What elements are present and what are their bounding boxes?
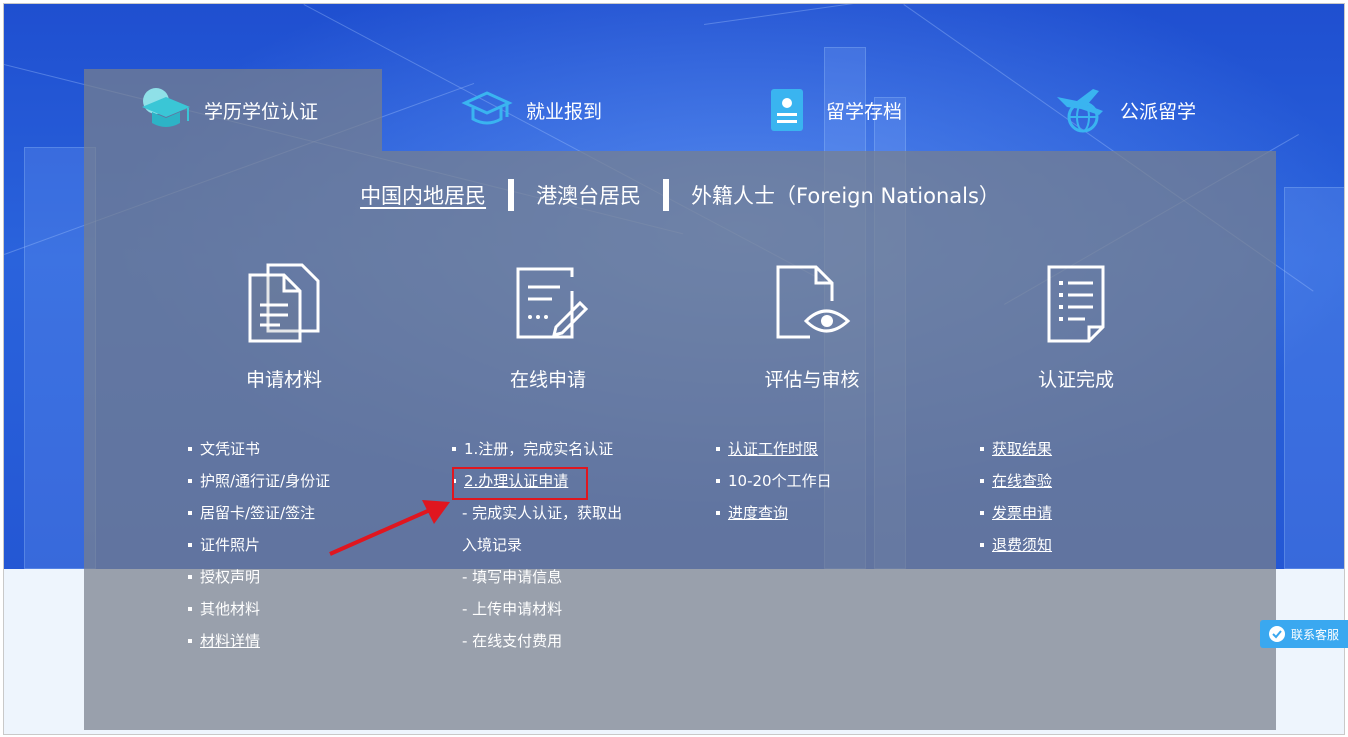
step-materials: 申请材料 xyxy=(184,261,384,392)
tab-label: 公派留学 xyxy=(1120,100,1197,123)
list-subitem: - 上传申请材料 xyxy=(462,600,563,618)
chat-icon xyxy=(1268,626,1285,642)
plane-globe-icon xyxy=(1052,85,1110,135)
edit-form-icon xyxy=(448,261,648,345)
customer-service-button[interactable]: 联系客服 xyxy=(1260,620,1348,648)
highlight-box xyxy=(452,467,588,500)
list-item: 护照/通行证/身份证 xyxy=(188,465,330,497)
residency-selector: 中国内地居民 港澳台居民 外籍人士（Foreign Nationals） xyxy=(84,179,1276,211)
residency-hk-mo-tw[interactable]: 港澳台居民 xyxy=(536,180,641,210)
graduation-cap-icon xyxy=(136,85,194,135)
get-result-link[interactable]: 获取结果 xyxy=(980,433,1052,465)
refund-notice-link[interactable]: 退费须知 xyxy=(980,529,1052,561)
divider xyxy=(508,179,515,211)
list-item: 1.注册，完成实名认证 xyxy=(452,433,622,465)
service-tabs: 学历学位认证 就业报到 留学存档 公派留学 xyxy=(84,69,1276,151)
tab-label: 就业报到 xyxy=(526,100,603,123)
step-title: 在线申请 xyxy=(509,369,586,391)
step-verification-complete: 认证完成 xyxy=(976,261,1176,392)
tab-label: 学历学位认证 xyxy=(204,100,319,123)
review-list: 认证工作时限 10-20个工作日 进度查询 xyxy=(716,433,832,529)
list-item: 居留卡/签证/签注 xyxy=(188,497,330,529)
list-subitem: - 在线支付费用 xyxy=(462,632,563,650)
step-title: 评估与审核 xyxy=(764,369,860,391)
archive-document-icon xyxy=(758,85,816,135)
customer-service-label: 联系客服 xyxy=(1290,627,1339,642)
cap-badge-icon xyxy=(458,85,516,135)
list-subitem: 入境记录 xyxy=(462,536,523,554)
work-time-limit-link[interactable]: 认证工作时限 xyxy=(716,433,832,465)
list-item: 其他材料 xyxy=(188,593,330,625)
tab-employment-registration[interactable]: 就业报到 xyxy=(458,69,678,151)
step-online-application: 在线申请 xyxy=(448,261,648,392)
list-item: 证件照片 xyxy=(188,529,330,561)
list-item: 授权声明 xyxy=(188,561,330,593)
materials-details-link[interactable]: 材料详情 xyxy=(188,625,330,657)
progress-query-link[interactable]: 进度查询 xyxy=(716,497,832,529)
list-item: 10-20个工作日 xyxy=(716,465,832,497)
residency-mainland[interactable]: 中国内地居民 xyxy=(360,180,486,210)
list-item: 文凭证书 xyxy=(188,433,330,465)
completion-list: 获取结果 在线查验 发票申请 退费须知 xyxy=(980,433,1052,561)
checklist-icon xyxy=(976,261,1176,345)
tab-label: 留学存档 xyxy=(826,100,903,123)
invoice-request-link[interactable]: 发票申请 xyxy=(980,497,1052,529)
verification-panel: 中国内地居民 港澳台居民 外籍人士（Foreign Nationals） 申请材… xyxy=(84,151,1276,730)
residency-foreign[interactable]: 外籍人士（Foreign Nationals） xyxy=(691,180,1000,210)
step-title: 申请材料 xyxy=(245,369,322,391)
step-title: 认证完成 xyxy=(1037,369,1114,391)
annotation-arrow xyxy=(329,500,450,556)
tab-degree-verification[interactable]: 学历学位认证 xyxy=(84,69,382,151)
list-subitem: - 完成实人认证，获取出 xyxy=(462,504,623,522)
documents-icon xyxy=(184,261,384,345)
tab-government-sponsored[interactable]: 公派留学 xyxy=(1052,69,1276,151)
list-subitem: - 填写申请信息 xyxy=(462,568,563,586)
step-evaluation-review: 评估与审核 xyxy=(712,261,912,392)
document-eye-icon xyxy=(712,261,912,345)
process-steps: 申请材料 在线申请 评估与审核 认证完成 xyxy=(84,261,1276,391)
tab-study-abroad-archive[interactable]: 留学存档 xyxy=(758,69,978,151)
online-verify-link[interactable]: 在线查验 xyxy=(980,465,1052,497)
materials-list: 文凭证书 护照/通行证/身份证 居留卡/签证/签注 证件照片 授权声明 其他材料… xyxy=(188,433,330,657)
divider xyxy=(663,179,670,211)
